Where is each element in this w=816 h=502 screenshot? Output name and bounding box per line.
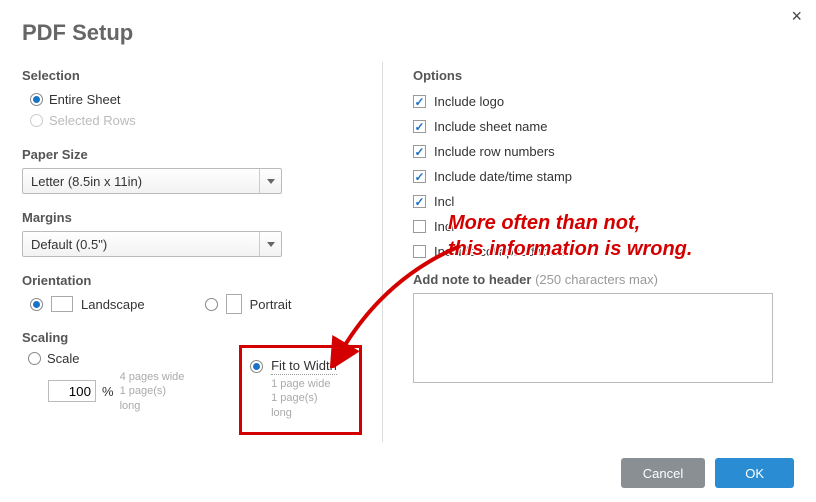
checkbox-obscured-2[interactable]: Incl: [413, 214, 794, 239]
chevron-down-icon: [259, 169, 281, 193]
close-icon[interactable]: ×: [791, 6, 802, 27]
portrait-page-icon: [226, 294, 242, 314]
scale-input[interactable]: [48, 380, 96, 402]
scale-info: 4 pages wide 1 page(s) long: [120, 370, 190, 413]
checkbox-label: Include row numbers: [434, 144, 555, 159]
checkbox-label: Include collapsed rows: [434, 244, 566, 259]
scaling-head: Scaling: [22, 330, 362, 345]
orientation-head: Orientation: [22, 273, 362, 288]
checkbox-label: Include sheet name: [434, 119, 547, 134]
radio-icon: [30, 298, 43, 311]
left-column: Selection Entire Sheet Selected Rows Pap…: [22, 68, 382, 451]
scaling-section: Scaling Scale % 4 pages wide 1 page(: [22, 330, 362, 435]
checkbox-icon: [413, 220, 426, 233]
fit-label: Fit to Width: [271, 358, 337, 375]
checkbox-icon: [413, 145, 426, 158]
radio-icon: [28, 352, 41, 365]
scale-label: Scale: [47, 351, 80, 366]
radio-icon: [205, 298, 218, 311]
ok-button[interactable]: OK: [715, 458, 794, 488]
checkbox-label: Incl: [434, 219, 454, 234]
margins-section: Margins Default (0.5"): [22, 210, 362, 257]
radio-label: Selected Rows: [49, 113, 136, 128]
select-value: Letter (8.5in x 11in): [31, 174, 142, 189]
paper-size-section: Paper Size Letter (8.5in x 11in): [22, 147, 362, 194]
pdf-setup-dialog: × PDF Setup Selection Entire Sheet Selec…: [0, 0, 816, 502]
radio-label: Portrait: [250, 297, 292, 312]
checkbox-icon: [413, 245, 426, 258]
note-textarea[interactable]: [413, 293, 773, 383]
note-header-label: Add note to header (250 characters max): [413, 272, 794, 287]
radio-icon: [30, 93, 43, 106]
orientation-section: Orientation Landscape Portrait: [22, 273, 362, 314]
checkbox-label: Include date/time stamp: [434, 169, 572, 184]
radio-icon: [30, 114, 43, 127]
radio-entire-sheet[interactable]: Entire Sheet: [22, 89, 362, 110]
radio-label: Landscape: [81, 297, 145, 312]
checkbox-label: Include logo: [434, 94, 504, 109]
margins-head: Margins: [22, 210, 362, 225]
checkbox-include-sheet-name[interactable]: Include sheet name: [413, 114, 794, 139]
checkbox-include-row-numbers[interactable]: Include row numbers: [413, 139, 794, 164]
dialog-title: PDF Setup: [22, 20, 794, 46]
chevron-down-icon: [259, 232, 281, 256]
checkbox-include-collapsed-rows[interactable]: Include collapsed rows: [413, 239, 794, 264]
radio-portrait[interactable]: Portrait: [205, 294, 292, 314]
select-value: Default (0.5"): [31, 237, 107, 252]
options-head: Options: [413, 68, 794, 83]
radio-fit-to-width[interactable]: Fit to Width: [250, 358, 341, 375]
margins-select[interactable]: Default (0.5"): [22, 231, 282, 257]
fit-info: 1 page wide 1 page(s) long: [271, 377, 341, 420]
checkbox-icon: [413, 195, 426, 208]
landscape-page-icon: [51, 296, 73, 312]
radio-selected-rows: Selected Rows: [22, 110, 362, 131]
dialog-footer: Cancel OK: [621, 458, 794, 488]
selection-section: Selection Entire Sheet Selected Rows: [22, 68, 362, 131]
paper-size-head: Paper Size: [22, 147, 362, 162]
selection-head: Selection: [22, 68, 362, 83]
checkbox-label: Incl: [434, 194, 454, 209]
cancel-button[interactable]: Cancel: [621, 458, 705, 488]
checkbox-icon: [413, 95, 426, 108]
checkbox-include-logo[interactable]: Include logo: [413, 89, 794, 114]
dialog-columns: Selection Entire Sheet Selected Rows Pap…: [22, 68, 794, 451]
radio-landscape[interactable]: Landscape: [30, 296, 145, 312]
checkbox-include-date-time[interactable]: Include date/time stamp: [413, 164, 794, 189]
paper-size-select[interactable]: Letter (8.5in x 11in): [22, 168, 282, 194]
radio-label: Entire Sheet: [49, 92, 121, 107]
radio-icon: [250, 360, 263, 373]
scale-option: Scale % 4 pages wide 1 page(s) long: [28, 351, 189, 435]
checkbox-icon: [413, 120, 426, 133]
checkbox-icon: [413, 170, 426, 183]
fit-to-width-highlight: Fit to Width 1 page wide 1 page(s) long: [239, 345, 362, 435]
right-column: Options Include logo Include sheet name …: [383, 68, 794, 451]
radio-scale[interactable]: Scale: [28, 351, 189, 366]
percent-label: %: [102, 384, 114, 399]
checkbox-obscured-1[interactable]: Incl: [413, 189, 794, 214]
